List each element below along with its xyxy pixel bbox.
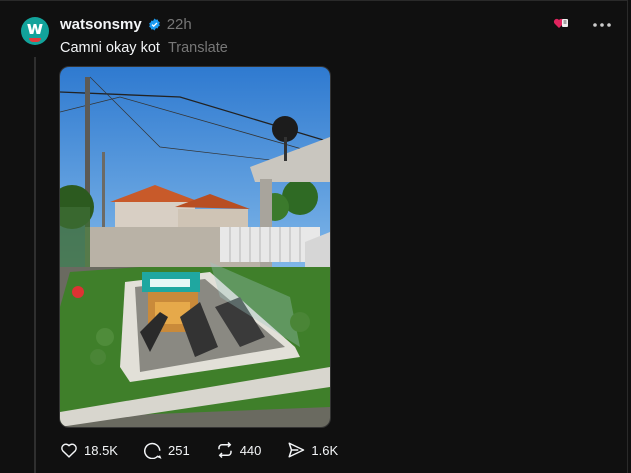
post-header: watsonsmy 22h — [60, 14, 192, 34]
avatar-letter: w — [26, 18, 44, 39]
username[interactable]: watsonsmy — [60, 16, 142, 33]
like-count: 18.5K — [84, 442, 118, 458]
share-icon — [288, 442, 305, 458]
comment-icon — [144, 442, 162, 459]
top-right-controls — [553, 14, 611, 31]
avatar[interactable]: w — [21, 17, 49, 45]
post-caption: Camni okay kot Translate — [60, 40, 228, 56]
post-actions: 18.5K 251 440 1.6K — [60, 441, 338, 459]
heart-icon — [61, 443, 77, 458]
more-icon[interactable] — [593, 14, 611, 31]
post-image[interactable] — [59, 66, 331, 428]
repost-icon — [217, 441, 232, 459]
repost-count: 440 — [239, 442, 262, 458]
like-button[interactable]: 18.5K — [60, 442, 118, 458]
repost-button[interactable]: 440 — [216, 441, 262, 459]
comment-count: 251 — [167, 442, 190, 458]
thread-line — [34, 57, 36, 473]
comment-button[interactable]: 251 — [144, 441, 190, 459]
avatar-smile — [29, 38, 41, 42]
translate-link[interactable]: Translate — [168, 40, 228, 56]
share-button[interactable]: 1.6K — [287, 441, 338, 459]
escalator-photo — [60, 67, 330, 427]
caption-text: Camni okay kot — [60, 40, 160, 56]
heart-ticket-icon[interactable] — [553, 17, 569, 29]
verified-badge-icon — [148, 18, 160, 30]
share-count: 1.6K — [311, 442, 339, 458]
post-time: 22h — [166, 15, 192, 33]
